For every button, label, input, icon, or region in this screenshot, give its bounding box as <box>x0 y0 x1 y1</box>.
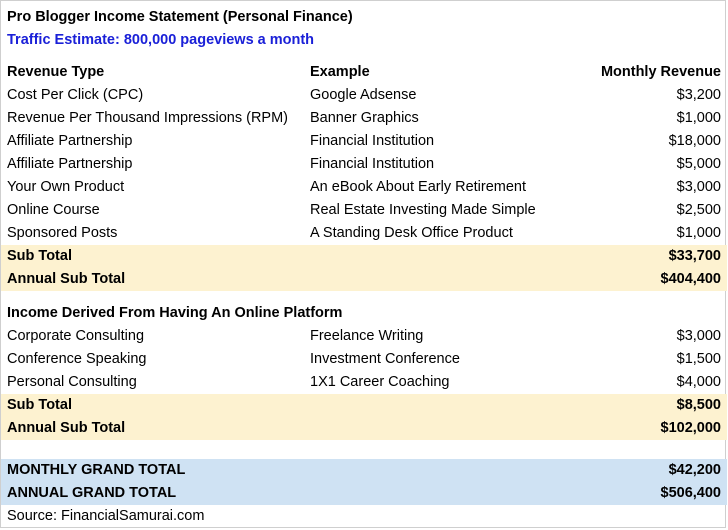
table-row: Cost Per Click (CPC) Google Adsense $3,2… <box>1 84 727 107</box>
monthly-revenue-cell: $5,000 <box>676 156 721 172</box>
section-heading-row: Income Derived From Having An Online Pla… <box>1 302 727 325</box>
header-revenue-type: Revenue Type <box>7 64 105 80</box>
annual-grand-total-label: ANNUAL GRAND TOTAL <box>7 485 177 501</box>
section-heading: Income Derived From Having An Online Pla… <box>7 305 343 321</box>
title-row: Pro Blogger Income Statement (Personal F… <box>1 6 727 29</box>
source-row: Source: FinancialSamurai.com <box>1 505 727 528</box>
example-cell: Freelance Writing <box>310 328 424 344</box>
monthly-revenue-cell: $4,000 <box>676 374 721 390</box>
subtotal-label: Sub Total <box>7 248 72 264</box>
revenue-type-cell: Your Own Product <box>7 179 125 195</box>
revenue-type-cell: Sponsored Posts <box>7 225 118 241</box>
example-cell: An eBook About Early Retirement <box>310 179 527 195</box>
monthly-revenue-cell: $1,000 <box>676 110 721 126</box>
annual-subtotal-value: $404,400 <box>660 271 721 287</box>
table-row: Online Course Real Estate Investing Made… <box>1 199 727 222</box>
statement-title: Pro Blogger Income Statement (Personal F… <box>7 9 353 25</box>
source-note: Source: FinancialSamurai.com <box>7 508 205 524</box>
monthly-grand-total-value: $42,200 <box>668 462 721 478</box>
revenue-type-cell: Corporate Consulting <box>7 328 145 344</box>
revenue-type-cell: Affiliate Partnership <box>7 133 133 149</box>
monthly-grand-total-label: MONTHLY GRAND TOTAL <box>7 462 186 478</box>
annual-grand-total-value: $506,400 <box>660 485 721 501</box>
table-row: Your Own Product An eBook About Early Re… <box>1 176 727 199</box>
table-row: Corporate Consulting Freelance Writing $… <box>1 325 727 348</box>
annual-subtotal-label: Annual Sub Total <box>7 271 126 287</box>
annual-subtotal-value: $102,000 <box>660 420 721 436</box>
table-row: Affiliate Partnership Financial Institut… <box>1 153 727 176</box>
monthly-revenue-cell: $1,500 <box>676 351 721 367</box>
revenue-type-cell: Conference Speaking <box>7 351 147 367</box>
header-row: Revenue Type Example Monthly Revenue <box>1 61 727 84</box>
annual-subtotal-row: Annual Sub Total $404,400 <box>1 268 727 291</box>
revenue-type-cell: Affiliate Partnership <box>7 156 133 172</box>
header-example: Example <box>310 64 370 80</box>
table-row: Personal Consulting 1X1 Career Coaching … <box>1 371 727 394</box>
table-row: Sponsored Posts A Standing Desk Office P… <box>1 222 727 245</box>
table-row: Revenue Per Thousand Impressions (RPM) B… <box>1 107 727 130</box>
example-cell: Google Adsense <box>310 87 417 103</box>
revenue-type-cell: Revenue Per Thousand Impressions (RPM) <box>7 110 288 126</box>
example-cell: Financial Institution <box>310 156 435 172</box>
monthly-revenue-cell: $3,200 <box>676 87 721 103</box>
monthly-revenue-cell: $3,000 <box>676 179 721 195</box>
annual-subtotal-row: Annual Sub Total $102,000 <box>1 417 727 440</box>
annual-subtotal-label: Annual Sub Total <box>7 420 126 436</box>
subtotal-row: Sub Total $8,500 <box>1 394 727 417</box>
example-cell: 1X1 Career Coaching <box>310 374 450 390</box>
example-cell: Real Estate Investing Made Simple <box>310 202 536 218</box>
subtotal-value: $33,700 <box>668 248 721 264</box>
subtotal-label: Sub Total <box>7 397 72 413</box>
example-cell: Investment Conference <box>310 351 460 367</box>
monthly-grand-total-row: MONTHLY GRAND TOTAL $42,200 <box>1 459 727 482</box>
annual-grand-total-row: ANNUAL GRAND TOTAL $506,400 <box>1 482 727 505</box>
revenue-type-cell: Personal Consulting <box>7 374 137 390</box>
revenue-type-cell: Cost Per Click (CPC) <box>7 87 144 103</box>
example-cell: Banner Graphics <box>310 110 419 126</box>
subtitle-row: Traffic Estimate: 800,000 pageviews a mo… <box>1 29 727 52</box>
table-row: Affiliate Partnership Financial Institut… <box>1 130 727 153</box>
subtotal-row: Sub Total $33,700 <box>1 245 727 268</box>
example-cell: Financial Institution <box>310 133 435 149</box>
monthly-revenue-cell: $3,000 <box>676 328 721 344</box>
table-row: Conference Speaking Investment Conferenc… <box>1 348 727 371</box>
revenue-type-cell: Online Course <box>7 202 100 218</box>
traffic-estimate: Traffic Estimate: 800,000 pageviews a mo… <box>7 32 315 48</box>
income-statement-table: Pro Blogger Income Statement (Personal F… <box>0 0 727 528</box>
monthly-revenue-cell: $2,500 <box>676 202 721 218</box>
header-monthly-revenue: Monthly Revenue <box>600 64 721 80</box>
example-cell: A Standing Desk Office Product <box>310 225 513 241</box>
monthly-revenue-cell: $1,000 <box>676 225 721 241</box>
subtotal-value: $8,500 <box>676 397 721 413</box>
monthly-revenue-cell: $18,000 <box>668 133 721 149</box>
